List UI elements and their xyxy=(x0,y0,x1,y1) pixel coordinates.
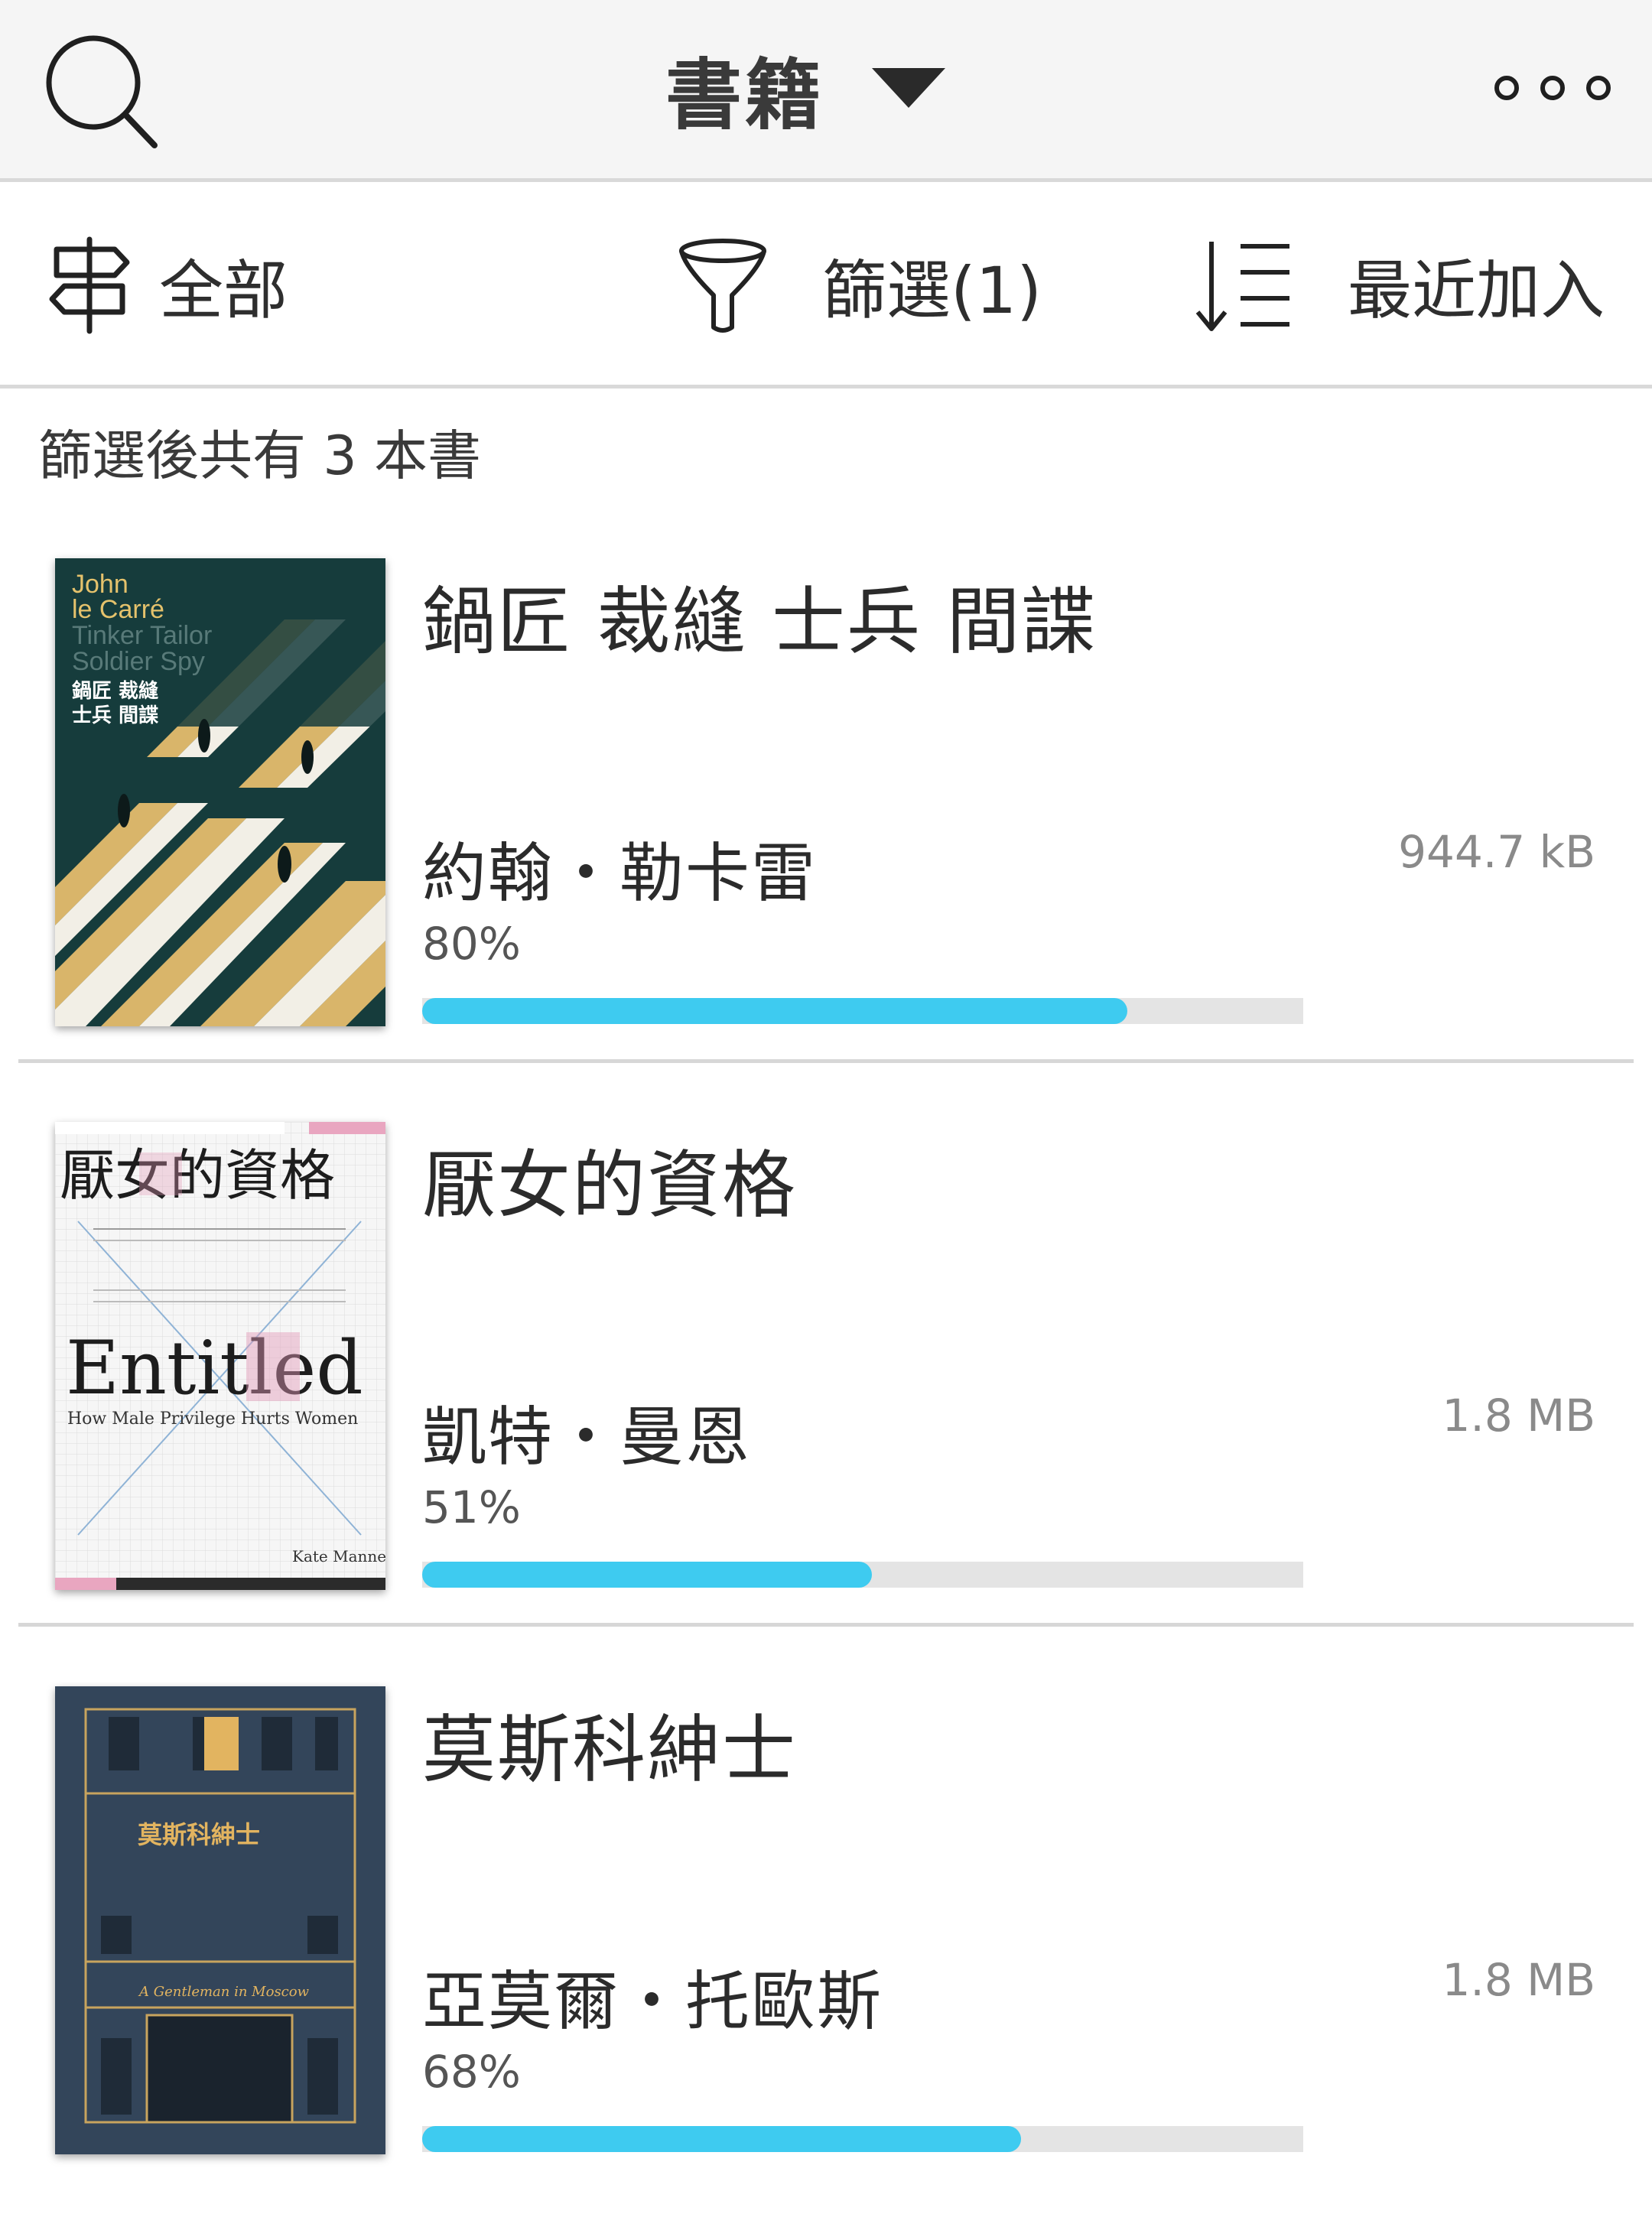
cover-text-5: 鍋匠 裁縫 xyxy=(72,679,158,703)
book-item[interactable]: 厭女的資格 Entitled How Male Privilege Hurts … xyxy=(0,1084,1652,1650)
book-progress-label: 51% xyxy=(422,1481,521,1533)
cover-text-6: 士兵 間諜 xyxy=(72,704,159,727)
category-all-label: 全部 xyxy=(159,252,288,328)
cover-title-cn: 莫斯科紳士 xyxy=(138,1820,260,1849)
search-button[interactable] xyxy=(40,31,162,153)
sort-label: 最近加入 xyxy=(1348,252,1605,328)
cover-author-en: Kate Manne xyxy=(292,1547,385,1565)
caret-down-icon xyxy=(872,68,945,108)
filter-result-count: 篩選後共有 3 本書 xyxy=(38,424,482,487)
cover-title-en: Entitled xyxy=(66,1325,363,1411)
book-progress-label: 80% xyxy=(422,918,521,970)
reading-progress-fill xyxy=(422,2126,1022,2152)
book-item[interactable]: John le Carré Tinker Tailor Soldier Spy … xyxy=(0,520,1652,1086)
book-item[interactable]: 莫斯科紳士 A Gentleman in Moscow 莫斯科紳士 亞莫爾・托歐… xyxy=(0,1648,1652,2214)
sort-list-icon xyxy=(1195,242,1289,331)
filter-toolbar: 全部 篩選(1) 最近加入 xyxy=(0,182,1652,389)
header-title: 書籍 xyxy=(665,50,824,140)
book-title: 厭女的資格 xyxy=(422,1143,797,1228)
cover-text-3: Tinker Tailor xyxy=(72,621,212,650)
category-all-button[interactable]: 全部 xyxy=(47,236,288,335)
filter-label: 篩選(1) xyxy=(822,252,1042,328)
book-cover-image[interactable]: John le Carré Tinker Tailor Soldier Spy … xyxy=(55,558,385,1026)
signpost-icon xyxy=(49,236,130,334)
reading-progress-bar xyxy=(422,1562,1303,1588)
list-divider xyxy=(18,1059,1634,1063)
cover-subtitle-en: How Male Privilege Hurts Women xyxy=(67,1409,358,1429)
reading-progress-bar xyxy=(422,2126,1303,2152)
filter-button[interactable]: 篩選(1) xyxy=(677,236,1042,335)
book-title: 鍋匠 裁縫 士兵 間諜 xyxy=(422,579,1097,665)
app-header: 書籍 xyxy=(0,0,1652,182)
book-file-size: 1.8 MB xyxy=(1442,1954,1595,2006)
cover-title-en: A Gentleman in Moscow xyxy=(138,1984,310,2000)
book-author: 亞莫爾・托歐斯 xyxy=(422,1964,883,2039)
book-file-size: 1.8 MB xyxy=(1442,1390,1595,1442)
funnel-icon xyxy=(679,239,766,333)
more-horizontal-icon xyxy=(1494,76,1611,100)
book-file-size: 944.7 kB xyxy=(1398,826,1595,878)
book-cover-image[interactable]: 厭女的資格 Entitled How Male Privilege Hurts … xyxy=(55,1122,385,1590)
book-author: 約翰・勒卡雷 xyxy=(422,836,818,911)
book-progress-label: 68% xyxy=(422,2046,521,2098)
search-icon xyxy=(46,35,158,148)
reading-progress-fill xyxy=(422,998,1127,1024)
library-selector[interactable]: 書籍 xyxy=(665,38,947,140)
book-author: 凱特・曼恩 xyxy=(422,1400,752,1474)
list-divider xyxy=(18,1623,1634,1627)
reading-progress-bar xyxy=(422,998,1303,1024)
book-title: 莫斯科紳士 xyxy=(422,1707,797,1793)
more-options-button[interactable] xyxy=(1484,61,1621,115)
reading-progress-fill xyxy=(422,1562,872,1588)
cover-text-2: le Carré xyxy=(72,595,164,624)
sort-button[interactable]: 最近加入 xyxy=(1195,236,1605,335)
cover-title-cn: 厭女的資格 xyxy=(60,1143,335,1208)
cover-text-4: Soldier Spy xyxy=(72,647,205,676)
book-cover-image[interactable]: 莫斯科紳士 A Gentleman in Moscow xyxy=(55,1686,385,2154)
